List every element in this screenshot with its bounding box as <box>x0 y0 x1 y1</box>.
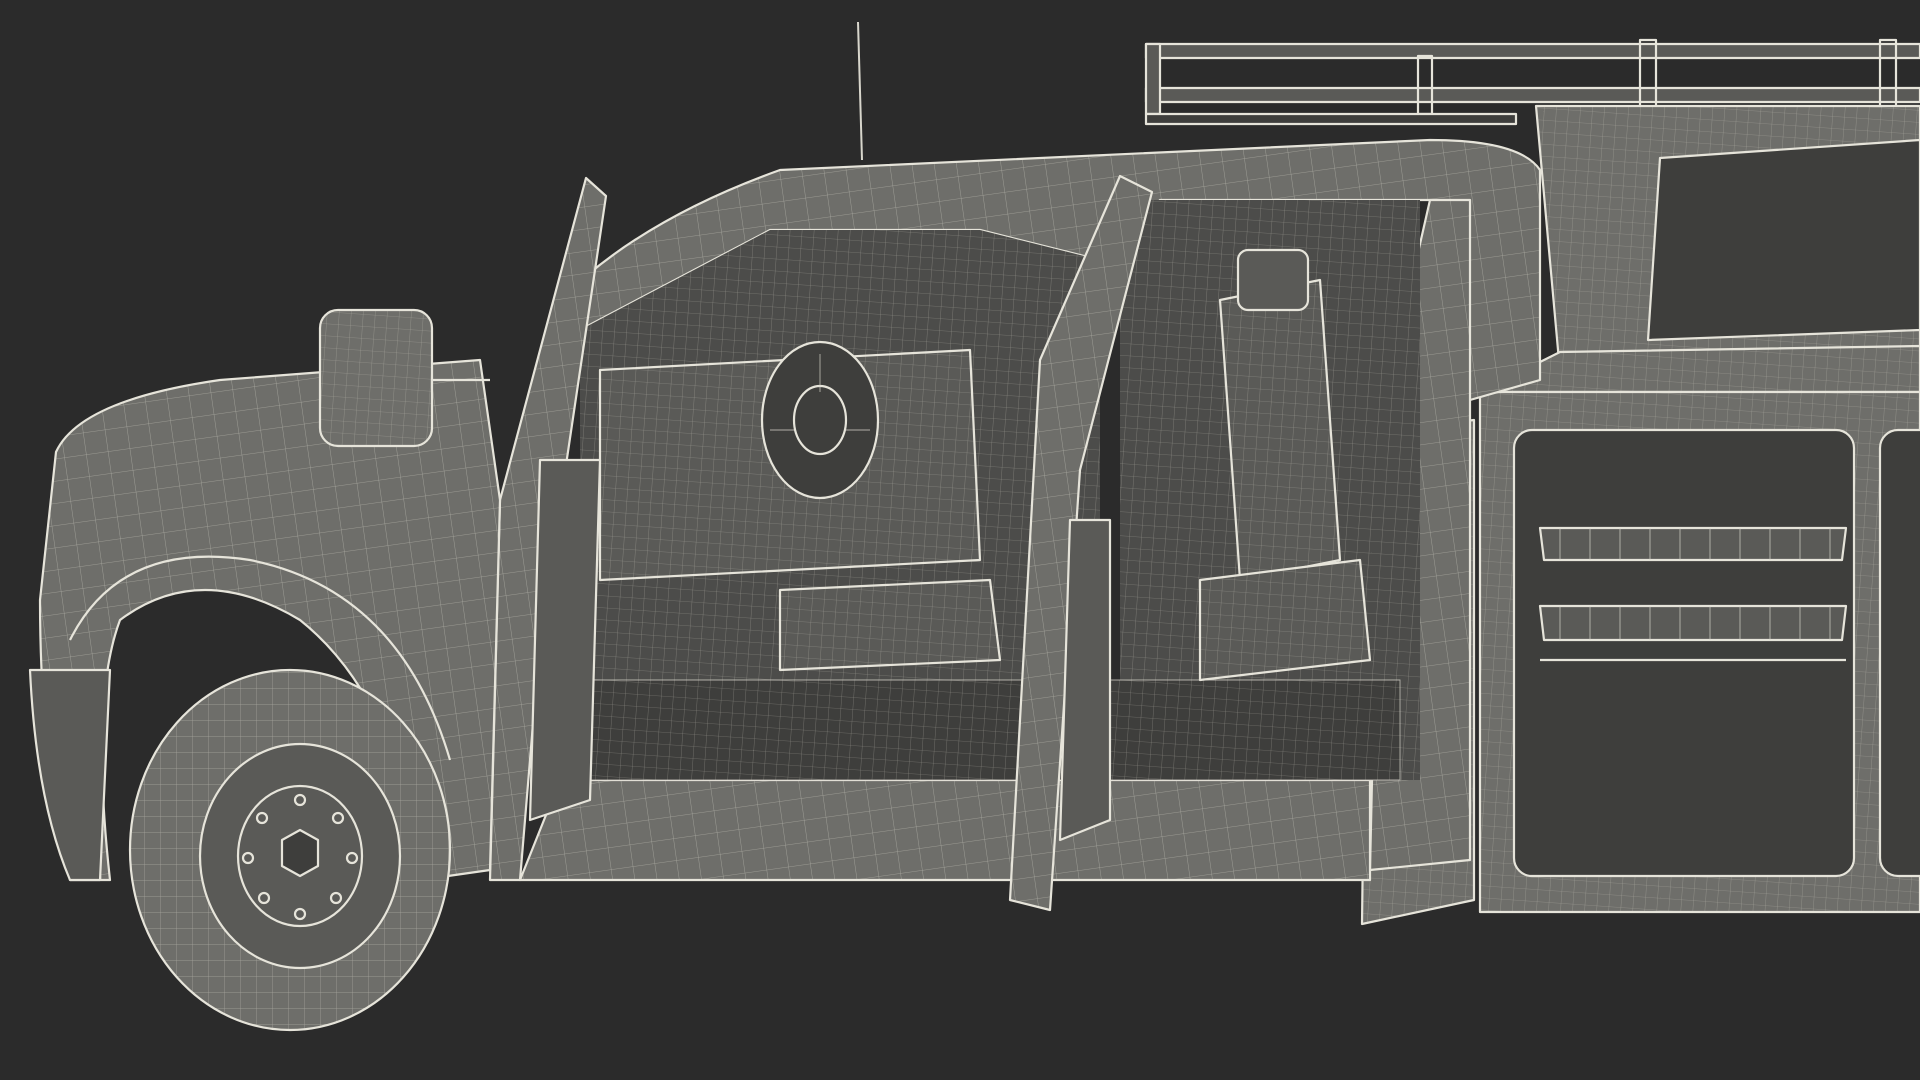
compartment-shelf-upper <box>1538 526 1848 562</box>
tool-compartment-icon <box>1512 428 1856 878</box>
seat-icon <box>778 578 1002 672</box>
rear-compartment <box>1878 428 1920 878</box>
antenna <box>857 21 863 161</box>
front-bumper <box>28 668 112 882</box>
wheel-icon <box>128 668 452 1032</box>
door-icon <box>488 176 608 882</box>
wireframe-render <box>28 21 1920 1032</box>
compartment-shelf-lower <box>1538 604 1848 642</box>
render-viewport <box>0 0 1920 1080</box>
steering-wheel-icon <box>760 340 880 500</box>
